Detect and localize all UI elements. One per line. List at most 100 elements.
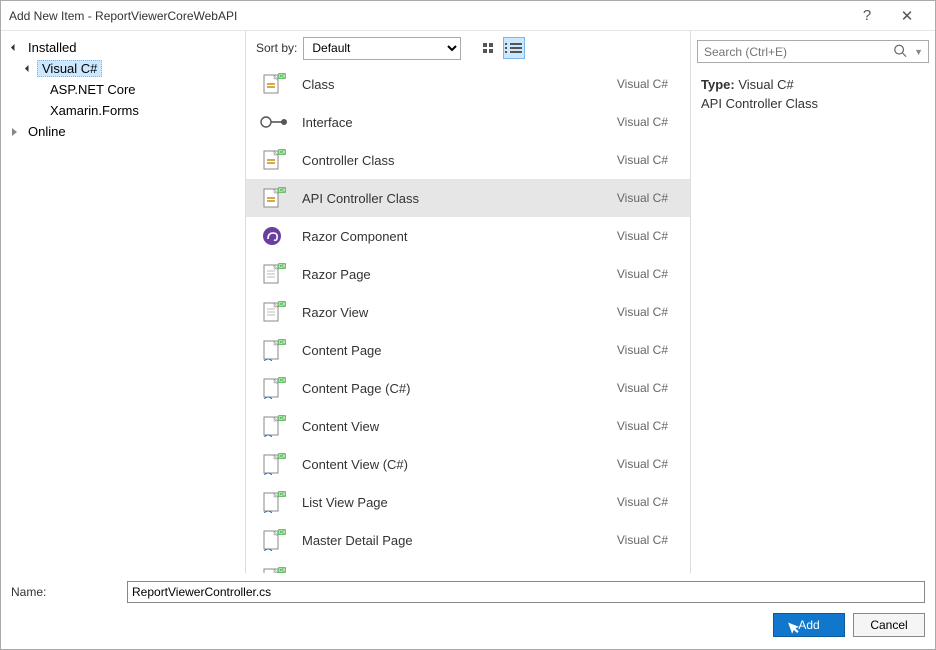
template-lang: Visual C# [617, 343, 668, 357]
details-panel: ▼ Type: Visual C# API Controller Class [691, 31, 935, 573]
sortby-label: Sort by: [256, 41, 297, 55]
list-icon [506, 43, 522, 53]
tree-item-visual-csharp[interactable]: Visual C# [1, 58, 245, 79]
template-icon: C# [258, 260, 290, 288]
template-icon: C# [258, 298, 290, 326]
center-panel: Sort by: Default [246, 31, 691, 573]
template-lang: Visual C# [617, 153, 668, 167]
template-icon: <> C# [258, 488, 290, 516]
template-name: List View Page [302, 495, 617, 510]
template-icon: C# [258, 146, 290, 174]
svg-text:C#: C# [279, 150, 286, 156]
template-lang: Visual C# [617, 457, 668, 471]
svg-text:C#: C# [279, 340, 286, 346]
close-button[interactable]: ✕ [887, 2, 927, 30]
template-row[interactable]: Razor ComponentVisual C# [246, 217, 690, 255]
chevron-down-icon[interactable]: ▼ [914, 47, 923, 57]
name-label: Name: [11, 585, 119, 599]
grid-icon [483, 43, 493, 53]
type-label: Type: [701, 77, 735, 92]
template-row[interactable]: C# Controller ClassVisual C# [246, 141, 690, 179]
template-name: Interface [302, 115, 617, 130]
category-tree: Installed Visual C# ASP.NET Core Xamarin… [1, 31, 246, 573]
template-lang: Visual C# [617, 229, 668, 243]
sortby-select[interactable]: Default [303, 37, 461, 60]
template-name: Content View (C#) [302, 457, 617, 472]
template-lang: Visual C# [617, 533, 668, 547]
svg-text:<>: <> [264, 510, 272, 513]
template-name: API Controller Class [302, 191, 617, 206]
tree-item-xamarin-forms[interactable]: Xamarin.Forms [1, 100, 245, 121]
name-input[interactable] [127, 581, 925, 603]
template-lang: Visual C# [617, 495, 668, 509]
template-list[interactable]: C#ClassVisual C#InterfaceVisual C#C#Cont… [246, 65, 690, 573]
template-row[interactable]: InterfaceVisual C# [246, 103, 690, 141]
svg-text:C#: C# [279, 492, 286, 498]
list-view-button[interactable] [503, 37, 525, 59]
template-icon: C# [258, 564, 290, 573]
template-row[interactable]: C# Razor PageVisual C# [246, 255, 690, 293]
svg-text:C#: C# [279, 188, 286, 194]
button-row: Add Cancel [1, 613, 935, 649]
template-name: Content View [302, 419, 617, 434]
template-name: Razor Page [302, 267, 617, 282]
template-name: Content Page [302, 343, 617, 358]
template-name: Master Detail Page [302, 533, 617, 548]
chevron-down-icon [21, 62, 35, 76]
template-row[interactable]: <> C# Content ViewVisual C# [246, 407, 690, 445]
template-icon: C# [258, 184, 290, 212]
template-row[interactable]: <>C#Content Page (C#)Visual C# [246, 369, 690, 407]
template-description: API Controller Class [701, 96, 925, 111]
template-icon: <> C# [258, 526, 290, 554]
template-row[interactable]: C# API Controller ClassVisual C# [246, 179, 690, 217]
template-lang: Visual C# [617, 267, 668, 281]
window-title: Add New Item - ReportViewerCoreWebAPI [9, 9, 847, 23]
template-row[interactable]: C#Razor LayoutVisual C# [246, 559, 690, 573]
svg-text:C#: C# [279, 416, 286, 422]
svg-text:C#: C# [279, 378, 286, 384]
name-row: Name: [1, 573, 935, 613]
template-icon: <> C# [258, 336, 290, 364]
chevron-right-icon [7, 125, 21, 139]
template-icon [258, 108, 290, 136]
template-lang: Visual C# [617, 305, 668, 319]
template-lang: Visual C# [617, 191, 668, 205]
template-name: Controller Class [302, 153, 617, 168]
template-icon: <>C# [258, 450, 290, 478]
svg-text:<>: <> [264, 548, 272, 551]
tree-item-online[interactable]: Online [1, 121, 245, 142]
svg-text:<>: <> [264, 434, 272, 437]
type-value: Visual C# [738, 77, 793, 92]
template-row[interactable]: C# ClassVisual C# [246, 65, 690, 103]
template-lang: Visual C# [617, 419, 668, 433]
svg-text:<>: <> [264, 472, 272, 475]
chevron-down-icon [7, 41, 21, 55]
template-lang: Visual C# [617, 115, 668, 129]
add-button[interactable]: Add [773, 613, 845, 637]
template-name: Razor View [302, 305, 617, 320]
template-icon: <> C# [258, 412, 290, 440]
cancel-button[interactable]: Cancel [853, 613, 925, 637]
template-name: Content Page (C#) [302, 381, 617, 396]
tree-item-aspnet-core[interactable]: ASP.NET Core [1, 79, 245, 100]
svg-text:C#: C# [279, 264, 286, 270]
search-icon[interactable] [893, 43, 907, 60]
template-row[interactable]: C# Razor ViewVisual C# [246, 293, 690, 331]
help-button[interactable]: ? [847, 2, 887, 30]
template-row[interactable]: <>C# Content View (C#)Visual C# [246, 445, 690, 483]
svg-text:C#: C# [279, 302, 286, 308]
template-row[interactable]: <> C# Master Detail PageVisual C# [246, 521, 690, 559]
template-icon [258, 222, 290, 250]
template-lang: Visual C# [617, 77, 668, 91]
template-name: Class [302, 77, 617, 92]
svg-text:C#: C# [279, 530, 286, 536]
template-row[interactable]: <> C# List View PageVisual C# [246, 483, 690, 521]
svg-text:<>: <> [264, 396, 272, 399]
grid-view-button[interactable] [477, 37, 499, 59]
template-icon: C# [258, 70, 290, 98]
toolbar: Sort by: Default [246, 31, 690, 65]
svg-text:<>: <> [264, 358, 272, 361]
template-row[interactable]: <> C# Content PageVisual C# [246, 331, 690, 369]
tree-item-installed[interactable]: Installed [1, 37, 245, 58]
titlebar: Add New Item - ReportViewerCoreWebAPI ? … [1, 1, 935, 31]
